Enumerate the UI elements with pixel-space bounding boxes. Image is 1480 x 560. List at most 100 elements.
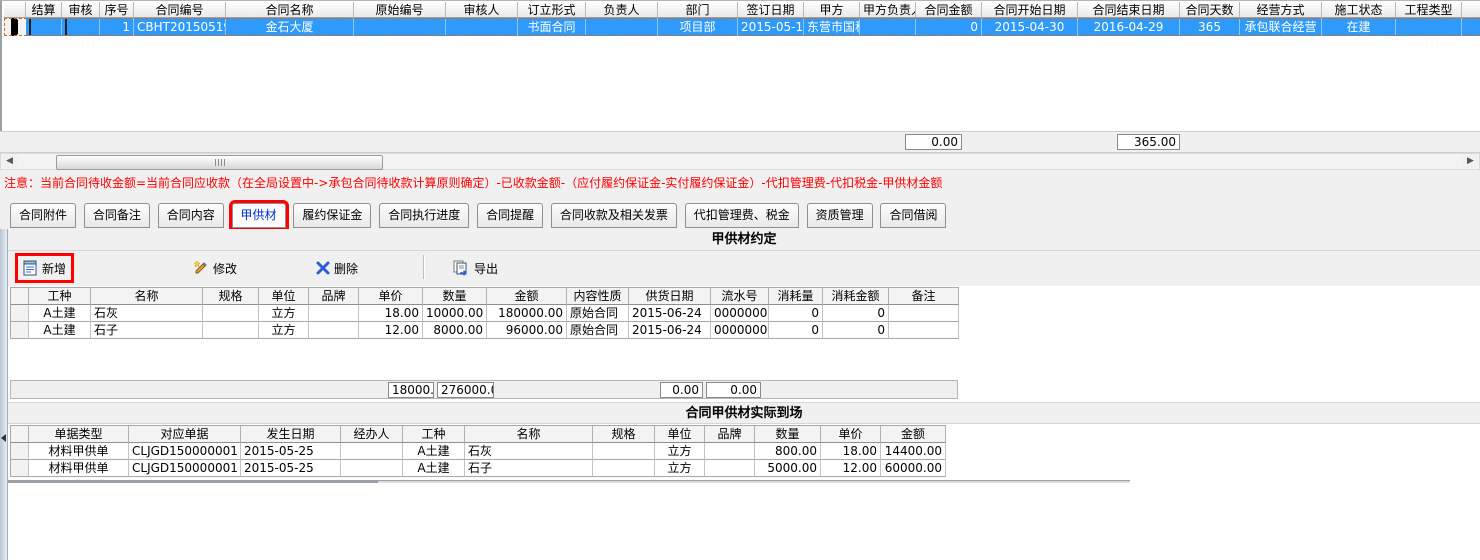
- modify-button[interactable]: 修改: [188, 256, 242, 280]
- col-doc-type[interactable]: 单据类型: [29, 426, 129, 443]
- spec-cell: [203, 305, 259, 322]
- settle-checkbox[interactable]: [29, 19, 31, 35]
- delete-x-icon: [316, 261, 330, 275]
- col-ref-doc[interactable]: 对应单据: [129, 426, 241, 443]
- column-header-manager[interactable]: 负责人: [586, 2, 658, 18]
- column-header-contract-name[interactable]: 合同名称: [226, 2, 354, 18]
- contract-name-cell: 金石大厦: [226, 18, 354, 36]
- tab-receipts-invoices[interactable]: 合同收款及相关发票: [551, 203, 677, 228]
- doc-type-cell: 材料甲供单: [29, 443, 129, 460]
- col-unit[interactable]: 单位: [655, 426, 705, 443]
- content-nature-cell: 原始合同: [567, 305, 629, 322]
- column-header-days[interactable]: 合同天数: [1180, 2, 1240, 18]
- agreed-table-row[interactable]: A土建 石灰 立方 18.00 10000.00 180000.00 原始合同 …: [11, 305, 959, 322]
- add-button[interactable]: 新增: [18, 256, 71, 280]
- col-supply-date[interactable]: 供货日期: [629, 288, 711, 305]
- unit-price-cell: 18.00: [359, 305, 423, 322]
- col-consumed-amount[interactable]: 消耗金额: [823, 288, 889, 305]
- scroll-left-arrow-icon[interactable]: [1, 434, 6, 442]
- column-header-sign-date[interactable]: 签订日期: [738, 2, 804, 18]
- column-header-project-type[interactable]: 工程类型: [1396, 2, 1462, 18]
- tab-contract-reminder[interactable]: 合同提醒: [477, 203, 543, 228]
- col-worktype[interactable]: 工种: [403, 426, 465, 443]
- tab-contract-attachments[interactable]: 合同附件: [10, 203, 76, 228]
- column-header-reviewer[interactable]: 审核人: [446, 2, 518, 18]
- scroll-left-arrow-icon[interactable]: ◀: [2, 155, 17, 168]
- doc-type-cell: 材料甲供单: [29, 460, 129, 477]
- col-remark[interactable]: 备注: [889, 288, 959, 305]
- column-header-contract-no[interactable]: 合同编号: [134, 2, 226, 18]
- scroll-right-arrow-icon[interactable]: ▶: [1463, 155, 1478, 168]
- col-spec[interactable]: 规格: [593, 426, 655, 443]
- horizontal-scrollbar[interactable]: ◀ ▶: [0, 153, 1480, 170]
- agreed-table-header: 工种 名称 规格 单位 品牌 单价 数量 金额 内容性质 供货日期 流水号 消耗…: [11, 288, 959, 305]
- export-button[interactable]: 导出: [448, 256, 503, 280]
- contract-row-selected[interactable]: 1 CBHT2015051901 金石大厦 书面合同 项目部 2015-05-1…: [4, 18, 1480, 36]
- consumed-amount-cell: 0: [823, 305, 889, 322]
- col-worktype[interactable]: 工种: [29, 288, 91, 305]
- ref-doc-cell: CLJGD150000001: [129, 460, 241, 477]
- col-unit[interactable]: 单位: [259, 288, 309, 305]
- column-header-start-date[interactable]: 合同开始日期: [982, 2, 1078, 18]
- column-header-end-date[interactable]: 合同结束日期: [1078, 2, 1180, 18]
- column-header-mode[interactable]: 经营方式: [1240, 2, 1322, 18]
- col-amount[interactable]: 金额: [487, 288, 567, 305]
- worktype-cell: A土建: [29, 305, 91, 322]
- col-amount[interactable]: 金额: [881, 426, 946, 443]
- col-occur-date[interactable]: 发生日期: [241, 426, 341, 443]
- tab-withheld-fees-taxes[interactable]: 代扣管理费、税金: [685, 203, 799, 228]
- col-name[interactable]: 名称: [465, 426, 593, 443]
- col-unit-price[interactable]: 单价: [359, 288, 423, 305]
- column-header-party-a-manager[interactable]: 甲方负责人: [860, 2, 916, 18]
- column-header-status[interactable]: 施工状态: [1322, 2, 1396, 18]
- serial-no-cell: 00000004: [711, 322, 769, 339]
- col-qty[interactable]: 数量: [755, 426, 821, 443]
- column-header-form[interactable]: 订立形式: [518, 2, 586, 18]
- delete-button[interactable]: 删除: [311, 256, 363, 280]
- column-header-amount[interactable]: 合同金额: [916, 2, 982, 18]
- settle-cell: [26, 18, 62, 36]
- col-name[interactable]: 名称: [91, 288, 203, 305]
- review-checkbox[interactable]: [65, 19, 67, 35]
- col-unit-price[interactable]: 单价: [821, 426, 881, 443]
- scrollbar-thumb[interactable]: [56, 155, 383, 170]
- tab-contract-notes[interactable]: 合同备注: [84, 203, 150, 228]
- column-header-original-no[interactable]: 原始编号: [354, 2, 446, 18]
- column-header-party-a[interactable]: 甲方: [804, 2, 860, 18]
- col-brand[interactable]: 品牌: [309, 288, 359, 305]
- toolbar-separator: [423, 255, 425, 279]
- col-content-nature[interactable]: 内容性质: [567, 288, 629, 305]
- column-header-settle[interactable]: 结算: [26, 2, 62, 18]
- tab-performance-bond[interactable]: 履约保证金: [293, 203, 371, 228]
- col-serial-no[interactable]: 流水号: [711, 288, 769, 305]
- left-scrollbar[interactable]: [0, 229, 8, 560]
- tab-contract-content[interactable]: 合同内容: [158, 203, 224, 228]
- tab-qualification-mgmt[interactable]: 资质管理: [807, 203, 873, 228]
- spec-cell: [203, 322, 259, 339]
- arrival-table-row[interactable]: 材料甲供单 CLJGD150000001 2015-05-25 A土建 石灰 立…: [11, 443, 946, 460]
- arrival-table-row[interactable]: 材料甲供单 CLJGD150000001 2015-05-25 A土建 石子 立…: [11, 460, 946, 477]
- handler-cell: [341, 460, 403, 477]
- col-qty[interactable]: 数量: [423, 288, 487, 305]
- unit-cell: 立方: [259, 322, 309, 339]
- tab-contract-borrowing[interactable]: 合同借阅: [880, 203, 946, 228]
- remark-cell: [889, 322, 959, 339]
- column-header-review[interactable]: 审核: [62, 2, 100, 18]
- bottom-scrollbar-track[interactable]: [378, 481, 1130, 483]
- reviewer-cell: [446, 18, 518, 36]
- brand-cell: [705, 443, 755, 460]
- col-consumed-qty[interactable]: 消耗量: [769, 288, 823, 305]
- agreed-table-row[interactable]: A土建 石子 立方 12.00 8000.00 96000.00 原始合同 20…: [11, 322, 959, 339]
- tab-contract-progress[interactable]: 合同执行进度: [379, 203, 469, 228]
- occur-date-cell: 2015-05-25: [241, 460, 341, 477]
- tab-owner-supplied-materials[interactable]: 甲供材: [232, 203, 286, 228]
- status-cell: 在建: [1322, 18, 1396, 36]
- col-brand[interactable]: 品牌: [705, 426, 755, 443]
- col-spec[interactable]: 规格: [203, 288, 259, 305]
- column-header-department[interactable]: 部门: [658, 2, 738, 18]
- col-handler[interactable]: 经办人: [341, 426, 403, 443]
- party-a-manager-cell: [860, 18, 916, 36]
- name-cell: 石灰: [91, 305, 203, 322]
- column-header-seq[interactable]: 序号: [100, 2, 134, 18]
- supply-date-cell: 2015-06-24: [629, 305, 711, 322]
